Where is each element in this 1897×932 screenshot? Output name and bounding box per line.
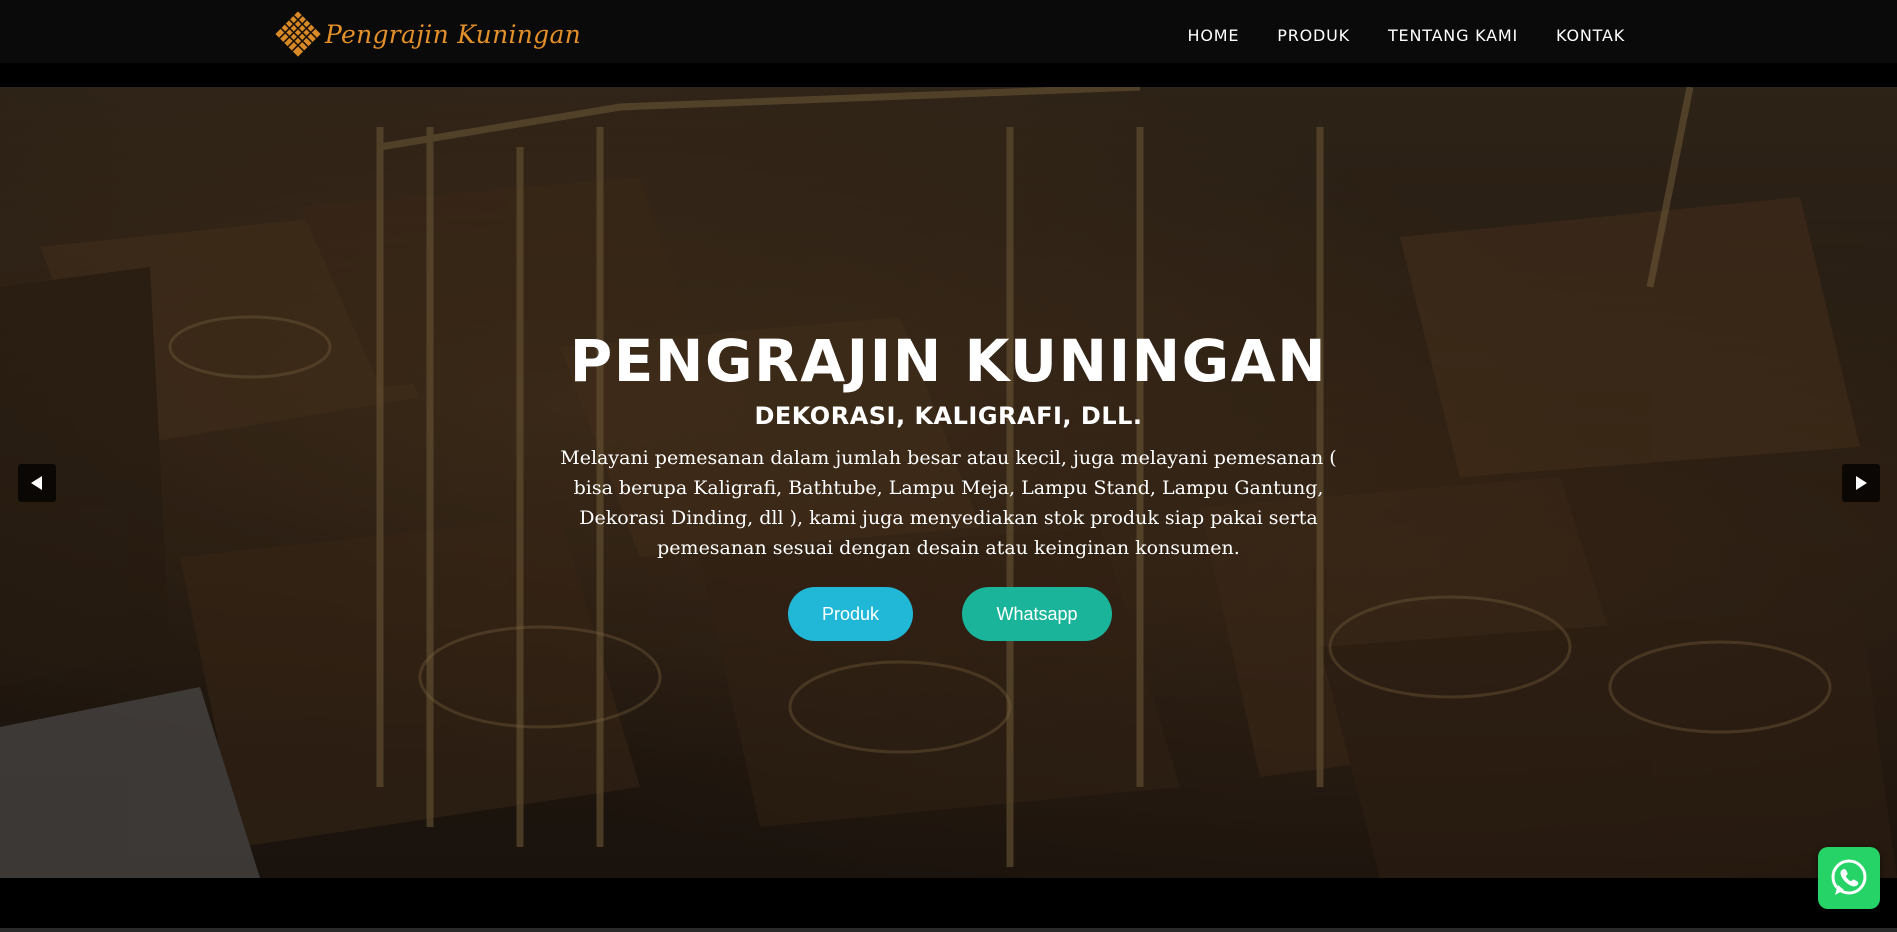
page-bottom-edge xyxy=(0,928,1897,932)
caret-left-icon xyxy=(31,476,42,490)
brand-name: Pengrajin Kuningan xyxy=(325,19,582,49)
carousel-next-button[interactable] xyxy=(1842,464,1880,502)
carousel-prev-button[interactable] xyxy=(18,464,56,502)
whatsapp-float-button[interactable] xyxy=(1818,847,1880,909)
nav-item-tentang-kami[interactable]: TENTANG KAMI xyxy=(1388,26,1518,45)
hero-description: Melayani pemesanan dalam jumlah besar at… xyxy=(560,447,1337,559)
nav-item-produk[interactable]: PRODUK xyxy=(1277,26,1350,45)
nav-item-kontak[interactable]: KONTAK xyxy=(1556,26,1625,45)
hero-title: PENGRAJIN KUNINGAN xyxy=(569,327,1328,395)
hero-subtitle: DEKORASI, KALIGRAFI, DLL. xyxy=(754,402,1143,430)
main-nav: HOME PRODUK TENTANG KAMI KONTAK xyxy=(1188,0,1625,70)
whatsapp-button[interactable]: Whatsapp xyxy=(962,587,1112,641)
whatsapp-icon xyxy=(1831,859,1867,895)
hero-slider: PENGRAJIN KUNINGAN DEKORASI, KALIGRAFI, … xyxy=(0,87,1897,878)
woven-diamond-logo-icon xyxy=(275,11,321,57)
section-divider xyxy=(0,878,1897,932)
produk-button[interactable]: Produk xyxy=(788,587,913,641)
nav-item-home[interactable]: HOME xyxy=(1188,26,1240,45)
navbar: Pengrajin Kuningan HOME PRODUK TENTANG K… xyxy=(0,0,1897,75)
caret-right-icon xyxy=(1856,476,1867,490)
brand-logo-link[interactable]: Pengrajin Kuningan xyxy=(273,9,581,59)
